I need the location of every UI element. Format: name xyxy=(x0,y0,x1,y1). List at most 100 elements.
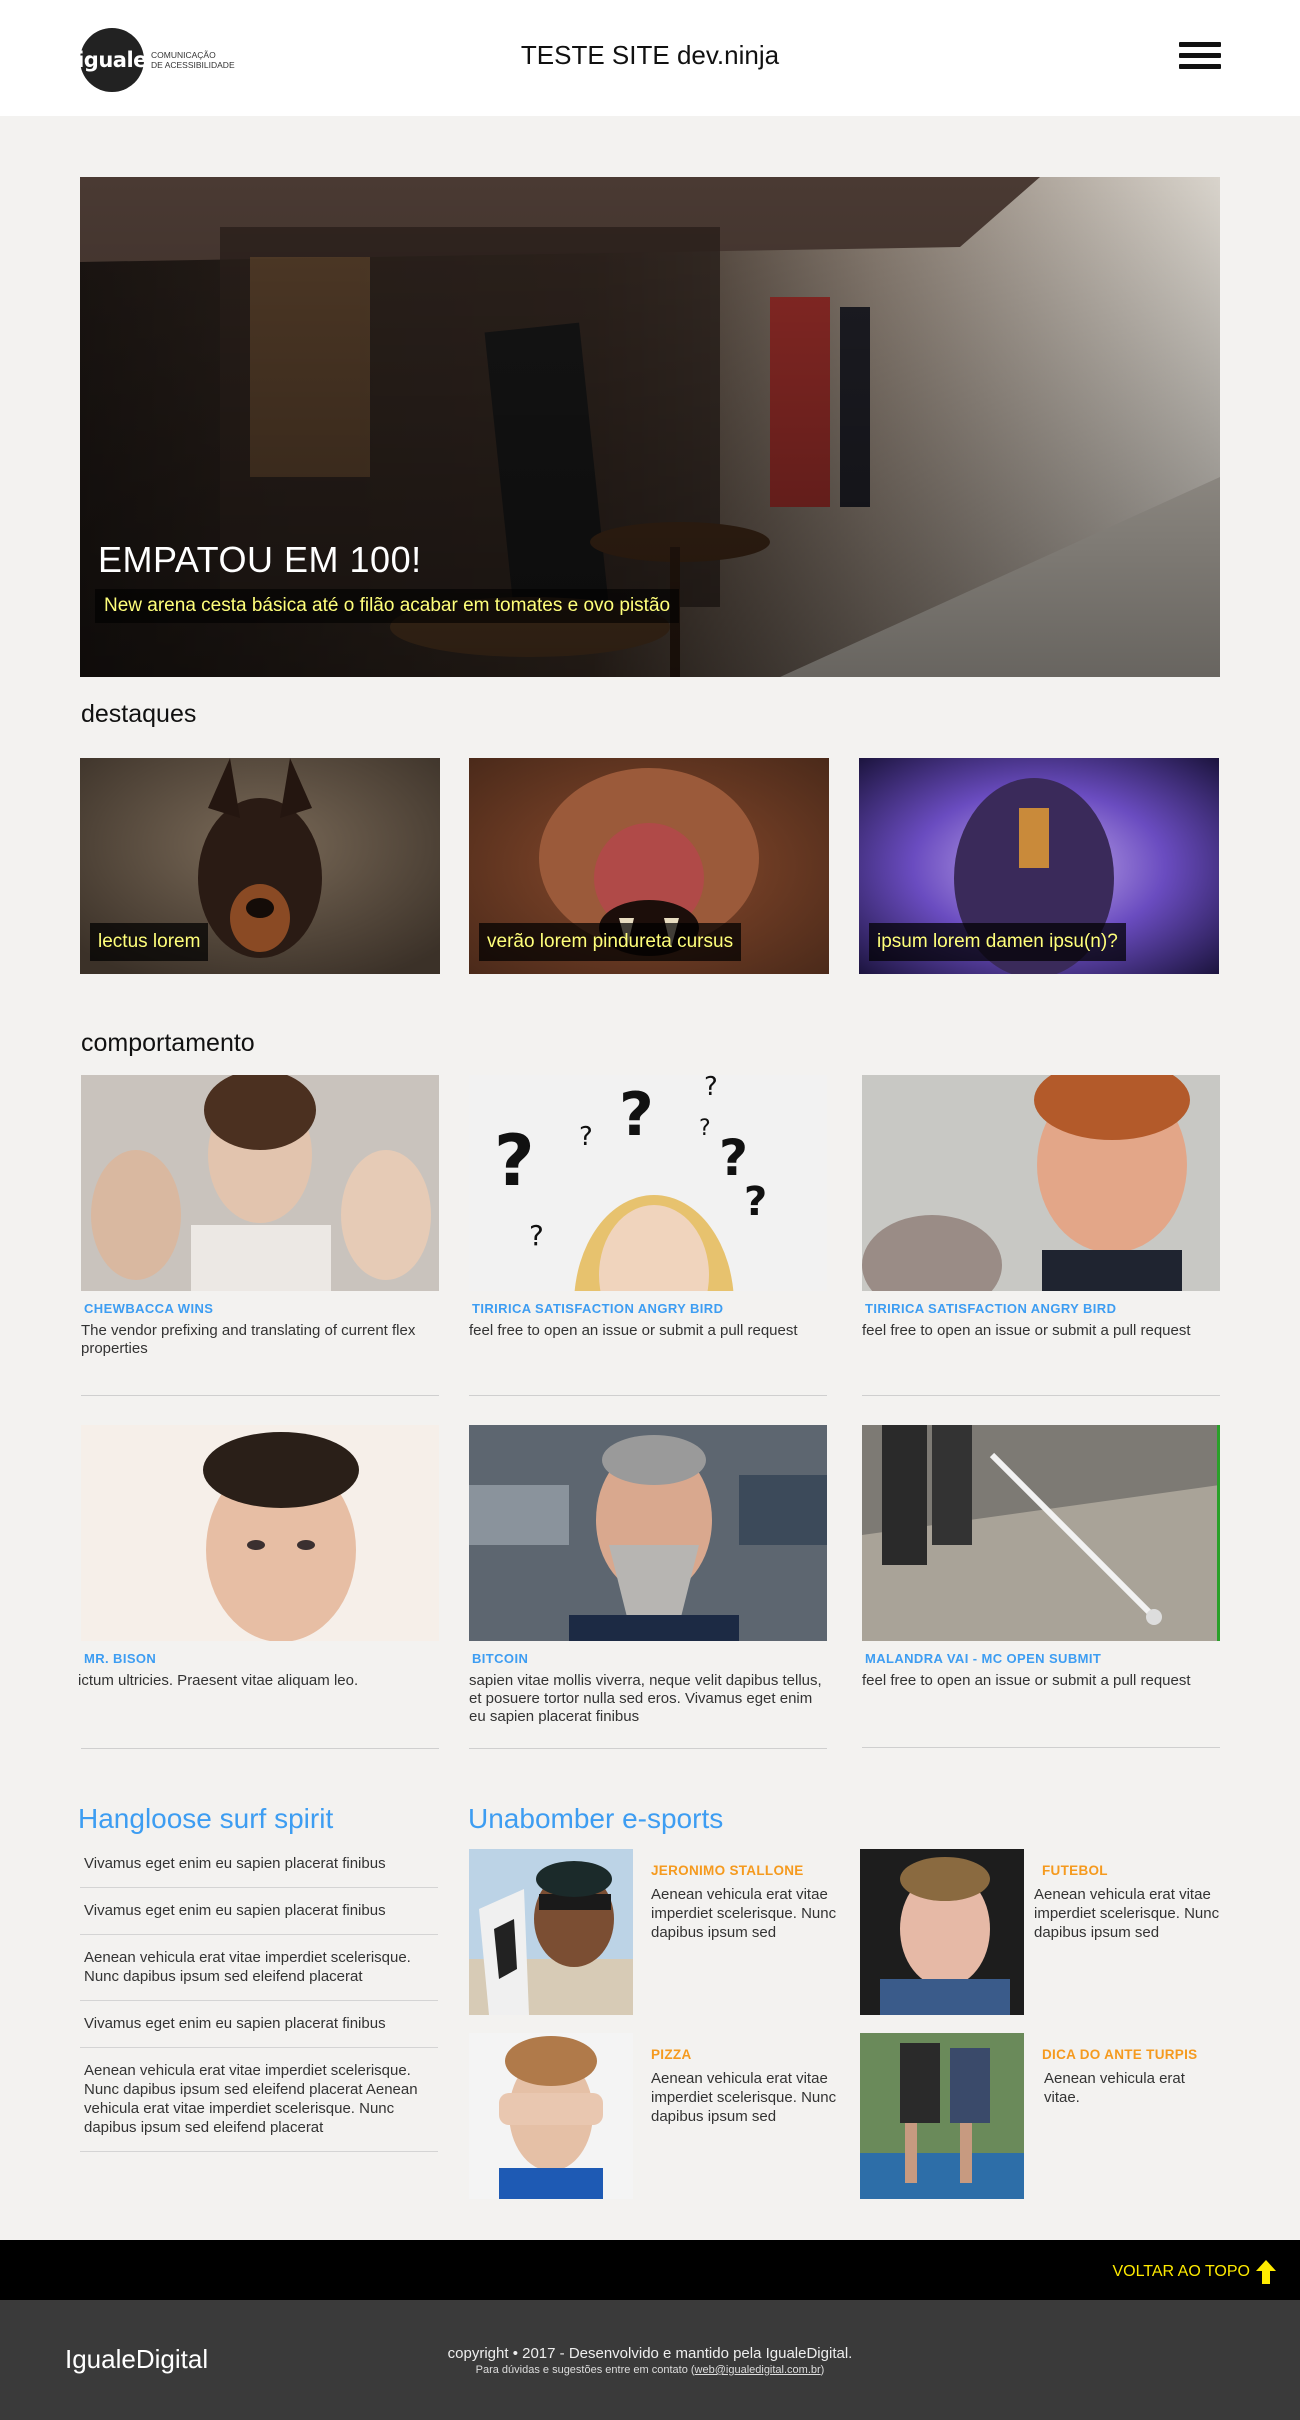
destaque-card-label: verão lorem pindureta cursus xyxy=(479,923,742,961)
comportamento-card-tag[interactable]: TIRIRICA SATISFACTION ANGRY BIRD xyxy=(469,1301,827,1316)
destaque-card[interactable]: lectus lorem xyxy=(80,758,440,974)
svg-text:?: ? xyxy=(619,1080,654,1150)
unabomber-card-text: Aenean vehicula erat vitae imperdiet sce… xyxy=(651,1886,837,1941)
comportamento-card-tag[interactable]: BITCOIN xyxy=(469,1651,827,1666)
hero-banner[interactable]: EMPATOU EM 100! New arena cesta básica a… xyxy=(80,177,1220,677)
unabomber-card-text: Aenean vehicula erat vitae imperdiet sce… xyxy=(1034,1886,1220,1941)
destaque-card-label: lectus lorem xyxy=(90,923,209,961)
hands-over-eyes-photo xyxy=(469,2033,633,2199)
footer-contact-prefix: Para dúvidas e sugestões entre em contat… xyxy=(475,2364,695,2376)
comportamento-card-tag[interactable]: CHEWBACCA WINS xyxy=(81,1301,439,1316)
svg-text:?: ? xyxy=(704,1075,718,1102)
man-portrait-photo xyxy=(860,1849,1024,2015)
comportamento-card-image: ? ? ? ? ? ? ? ? xyxy=(469,1075,827,1291)
surfer-photo xyxy=(469,1849,633,2015)
unabomber-card-tag[interactable]: DICA DO ANTE TURPIS xyxy=(1042,2047,1197,2062)
comportamento-card-image xyxy=(469,1425,827,1641)
unabomber-card-image xyxy=(860,1849,1024,2015)
svg-text:?: ? xyxy=(529,1219,544,1252)
svg-text:?: ? xyxy=(744,1179,767,1225)
site-title-domain: dev.ninja xyxy=(676,40,780,70)
svg-text:?: ? xyxy=(579,1122,593,1152)
question-marks-photo: ? ? ? ? ? ? ? ? xyxy=(469,1075,827,1291)
divider xyxy=(81,1395,439,1396)
footer-contact-suffix: ) xyxy=(820,2364,825,2376)
destaques-title: destaques xyxy=(81,700,197,728)
comportamento-card-text: feel free to open an issue or submit a p… xyxy=(862,1322,1191,1339)
unabomber-card[interactable]: FUTEBOL Aenean vehicula erat vitae imper… xyxy=(860,1849,1240,2015)
comportamento-card-text: feel free to open an issue or submit a p… xyxy=(862,1672,1191,1689)
site-title-main: TESTE SITE xyxy=(520,40,677,70)
comportamento-card-tag[interactable]: TIRIRICA SATISFACTION ANGRY BIRD xyxy=(862,1301,1220,1316)
comportamento-card-image xyxy=(81,1075,439,1291)
site-title: TESTE SITE dev.ninja xyxy=(0,40,1300,71)
unabomber-card-tag[interactable]: FUTEBOL xyxy=(1042,1863,1108,1878)
unabomber-card-tag[interactable]: JERONIMO STALLONE xyxy=(651,1863,804,1878)
hangloose-list-item[interactable]: Vivamus eget enim eu sapien placerat fin… xyxy=(80,1841,438,1888)
hangloose-list: Vivamus eget enim eu sapien placerat fin… xyxy=(80,1841,438,2152)
comportamento-card[interactable]: TIRIRICA SATISFACTION ANGRY BIRD feel fr… xyxy=(862,1075,1220,1340)
unabomber-card[interactable]: JERONIMO STALLONE Aenean vehicula erat v… xyxy=(469,1849,849,2015)
hangloose-title: Hangloose surf spirit xyxy=(78,1803,334,1834)
smiling-man-photo xyxy=(862,1075,1220,1291)
comportamento-card[interactable]: CHEWBACCA WINS The vendor prefixing and … xyxy=(81,1075,439,1358)
comportamento-card[interactable]: ? ? ? ? ? ? ? ? TIRIRICA SATISFACTION AN… xyxy=(469,1075,827,1340)
divider xyxy=(862,1747,1220,1748)
hamburger-bar xyxy=(1179,42,1221,47)
comportamento-card-text: sapien vitae mollis viverra, neque velit… xyxy=(469,1672,822,1725)
comportamento-card-image xyxy=(862,1425,1220,1641)
svg-text:?: ? xyxy=(699,1116,711,1141)
unabomber-card-image xyxy=(860,2033,1024,2199)
unabomber-card[interactable]: DICA DO ANTE TURPIS Aenean vehicula erat… xyxy=(860,2033,1240,2199)
arrow-up-icon xyxy=(1256,2260,1276,2284)
hangloose-list-item[interactable]: Vivamus eget enim eu sapien placerat fin… xyxy=(80,1888,438,1935)
footer-copyright: copyright • 2017 - Desenvolvido e mantid… xyxy=(447,2345,853,2362)
hangloose-list-item[interactable]: Aenean vehicula erat vitae imperdiet sce… xyxy=(80,1935,438,2001)
comportamento-card-tag[interactable]: MR. BISON xyxy=(81,1651,439,1666)
white-cane-photo xyxy=(862,1425,1217,1641)
comportamento-card-image xyxy=(81,1425,439,1641)
comportamento-card-text: feel free to open an issue or submit a p… xyxy=(469,1322,798,1339)
unabomber-card-text: Aenean vehicula erat vitae imperdiet sce… xyxy=(651,2070,837,2125)
bearded-man-photo xyxy=(469,1425,827,1641)
footer-contact: Para dúvidas e sugestões entre em contat… xyxy=(0,2364,1300,2376)
hero-title: EMPATOU EM 100! xyxy=(98,539,422,580)
unabomber-card-image xyxy=(469,2033,633,2199)
hamburger-bar xyxy=(1179,53,1221,58)
hamburger-icon[interactable] xyxy=(1179,42,1221,70)
runners-photo xyxy=(860,2033,1024,2199)
destaque-card[interactable]: verão lorem pindureta cursus xyxy=(469,758,829,974)
unabomber-card-text: Aenean vehicula erat vitae. xyxy=(1044,2070,1185,2106)
footer-contact-email[interactable]: web@igualedigital.com.br xyxy=(695,2364,821,2376)
divider xyxy=(862,1395,1220,1396)
unabomber-card-tag[interactable]: PIZZA xyxy=(651,2047,692,2062)
destaque-card[interactable]: ipsum lorem damen ipsu(n)? xyxy=(859,758,1219,974)
unabomber-title: Unabomber e-sports xyxy=(468,1803,724,1834)
hamburger-bar xyxy=(1179,64,1221,69)
back-to-top-bar: VOLTAR AO TOPO xyxy=(0,2240,1300,2300)
hangloose-list-item[interactable]: Vivamus eget enim eu sapien placerat fin… xyxy=(80,2001,438,2048)
comportamento-card-text: ictum ultricies. Praesent vitae aliquam … xyxy=(78,1672,359,1689)
site-header: iguale COMUNICAÇÃO DE ACESSIBILIDADE TES… xyxy=(0,0,1300,116)
divider xyxy=(81,1748,439,1749)
masks-photo xyxy=(81,1075,439,1291)
unabomber-card[interactable]: PIZZA Aenean vehicula erat vitae imperdi… xyxy=(469,2033,849,2199)
back-to-top-label: VOLTAR AO TOPO xyxy=(1112,2263,1250,2280)
site-footer: IgualeDigital copyright • 2017 - Desenvo… xyxy=(0,2300,1300,2420)
unabomber-card-image xyxy=(469,1849,633,2015)
svg-text:?: ? xyxy=(494,1120,535,1202)
divider xyxy=(469,1395,827,1396)
back-to-top-link[interactable]: VOLTAR AO TOPO xyxy=(1112,2260,1276,2284)
comportamento-card-image xyxy=(862,1075,1220,1291)
destaque-card-label: ipsum lorem damen ipsu(n)? xyxy=(869,923,1126,961)
comportamento-card-tag[interactable]: MALANDRA VAI - MC OPEN SUBMIT xyxy=(862,1651,1220,1666)
portrait-photo xyxy=(81,1425,439,1641)
comportamento-card[interactable]: MALANDRA VAI - MC OPEN SUBMIT feel free … xyxy=(862,1425,1220,1690)
comportamento-card[interactable]: BITCOIN sapien vitae mollis viverra, neq… xyxy=(469,1425,827,1726)
divider xyxy=(469,1748,827,1749)
hangloose-list-item[interactable]: Aenean vehicula erat vitae imperdiet sce… xyxy=(80,2048,438,2152)
comportamento-card-text: The vendor prefixing and translating of … xyxy=(81,1322,416,1357)
hero-subtitle: New arena cesta básica até o filão acaba… xyxy=(95,589,680,623)
comportamento-title: comportamento xyxy=(81,1029,255,1057)
comportamento-card[interactable]: MR. BISON ictum ultricies. Praesent vita… xyxy=(78,1425,439,1690)
